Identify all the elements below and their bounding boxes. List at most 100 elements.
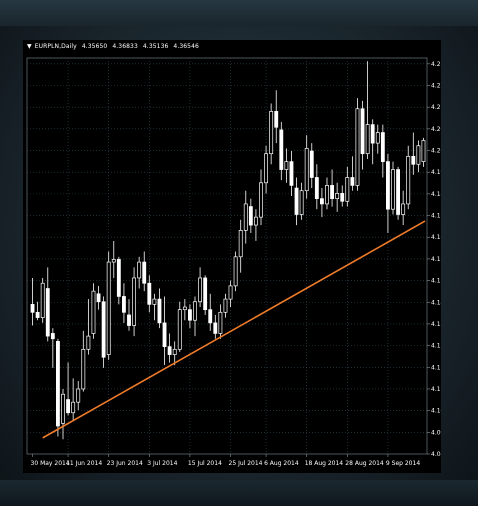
- candle-body-bullish: [284, 161, 289, 170]
- candle-body-bullish: [91, 290, 96, 334]
- x-tick-label: 6 Aug 2014: [264, 460, 299, 467]
- y-tick-label: 4.15920: [431, 256, 441, 263]
- candle-body-bearish: [330, 185, 335, 199]
- candle-body-bullish: [269, 111, 274, 155]
- candle-body-bullish: [177, 309, 182, 350]
- close-price: 4.36546: [173, 43, 199, 50]
- plot-border: [26, 57, 428, 455]
- candle-body-bullish: [111, 259, 116, 263]
- candle-body-bullish: [243, 203, 248, 231]
- candle-body-bearish: [187, 309, 192, 321]
- symbol-name: EURPLN,Daily: [34, 43, 77, 50]
- y-tick-label: 4.21660: [431, 104, 441, 111]
- candle-body-bearish: [274, 111, 279, 128]
- candle-body-bearish: [157, 298, 162, 324]
- candle-body-bullish: [375, 132, 380, 144]
- candle-body-bullish: [182, 306, 187, 311]
- x-tick-label: 30 May 2014: [31, 460, 70, 467]
- high-price: 4.36833: [112, 43, 138, 50]
- candle-body-bearish: [289, 161, 294, 186]
- candle-body-bullish: [86, 335, 91, 350]
- candle-body-bearish: [340, 192, 345, 202]
- x-tick-label: 9 Sep 2014: [386, 460, 420, 467]
- candle-body-bearish: [350, 177, 355, 186]
- y-tick-label: 4.23300: [431, 61, 441, 68]
- y-tick-label: 4.14280: [431, 299, 441, 306]
- candle-body-bearish: [248, 206, 253, 226]
- candle-body-bullish: [365, 124, 370, 155]
- y-tick-label: 4.10180: [431, 408, 441, 415]
- candle-body-bearish: [127, 314, 131, 326]
- x-tick-label: 15 Jul 2014: [188, 460, 222, 467]
- candle-body-bullish: [401, 203, 406, 215]
- candle-body-bullish: [299, 190, 304, 215]
- candle-body-bearish: [162, 322, 167, 348]
- chart-window[interactable]: 4.23300 4.22480 4.21660 4.20840 4.20020 4.192…: [23, 40, 441, 473]
- candle-body-bullish: [172, 348, 177, 355]
- candle-body-bearish: [411, 155, 416, 165]
- candle-body-bullish: [106, 261, 111, 355]
- top-frame: [0, 0, 478, 26]
- bottom-frame: [0, 480, 478, 506]
- candle-body-bullish: [228, 285, 233, 300]
- candle-body-bearish: [309, 150, 314, 178]
- candle-body-bullish: [198, 277, 203, 303]
- candle-body-bearish: [380, 132, 385, 162]
- candle-body-bullish: [61, 393, 65, 424]
- candle-body-bullish: [304, 148, 309, 192]
- candle-body-bullish: [345, 177, 350, 202]
- candle-body-bearish: [101, 301, 106, 358]
- candle-body-bullish: [335, 192, 340, 199]
- candle-body-bullish: [71, 401, 76, 414]
- x-tick-label: 25 Jul 2014: [229, 460, 263, 467]
- candle-body-bearish: [116, 259, 121, 297]
- candle-body-bullish: [391, 169, 395, 210]
- candle-body-bullish: [259, 182, 263, 218]
- candlestick-chart[interactable]: 4.23300 4.22480 4.21660 4.20840 4.20020 4.192…: [23, 40, 441, 473]
- open-price: 4.35650: [81, 43, 108, 50]
- candle-body-bearish: [213, 322, 218, 334]
- candle-body-bearish: [360, 108, 365, 155]
- candle-body-bearish: [96, 293, 101, 303]
- y-tick-label: 4.11000: [431, 386, 441, 393]
- candle-body-bearish: [203, 277, 208, 311]
- candle-body-bearish: [370, 124, 375, 144]
- candle-body-bullish: [81, 348, 86, 390]
- x-tick-label: 3 Jul 2014: [147, 460, 177, 467]
- candle-body-bullish: [264, 153, 269, 184]
- y-tick-label: 4.15100: [431, 278, 441, 285]
- candle-body-bearish: [55, 341, 60, 427]
- candle-body-bullish: [421, 140, 426, 162]
- candle-body-bullish: [233, 256, 238, 287]
- y-tick-label: 4.12640: [431, 343, 441, 350]
- candle-body-bearish: [167, 346, 172, 355]
- candle-body-bullish: [416, 145, 421, 165]
- candle-body-bearish: [294, 187, 299, 215]
- candle-body-bearish: [50, 333, 55, 340]
- candle-body-bullish: [325, 185, 329, 205]
- candle-body-bearish: [385, 161, 390, 210]
- dropdown-triangle-icon[interactable]: ▼: [27, 43, 32, 50]
- y-tick-label: 4.19200: [431, 169, 441, 176]
- trendline: [42, 220, 426, 439]
- x-tick-label: 18 Aug 2014: [305, 460, 344, 467]
- y-tick-label: 4.09360: [431, 429, 441, 436]
- y-tick-label: 4.11820: [431, 364, 441, 371]
- candle-body-bullish: [223, 298, 228, 313]
- candle-body-bearish: [319, 198, 324, 205]
- candle-body-bullish: [193, 301, 197, 321]
- candle-body-bullish: [253, 216, 258, 226]
- y-tick-label: 4.18380: [431, 191, 441, 198]
- candle-body-bearish: [35, 311, 40, 318]
- candle-body-bullish: [137, 261, 142, 279]
- candle-body-bullish: [76, 388, 81, 403]
- candle-body-bearish: [30, 304, 35, 313]
- candle-body-bearish: [121, 296, 126, 313]
- y-tick-label: 4.08540: [431, 451, 441, 458]
- candle-body-bearish: [314, 177, 319, 199]
- x-tick-label: 11 Jun 2014: [66, 460, 102, 467]
- y-tick-label: 4.20020: [431, 148, 441, 155]
- candle-body-bullish: [152, 298, 157, 305]
- candle-body-bearish: [45, 288, 50, 337]
- candle-body-bearish: [396, 169, 401, 215]
